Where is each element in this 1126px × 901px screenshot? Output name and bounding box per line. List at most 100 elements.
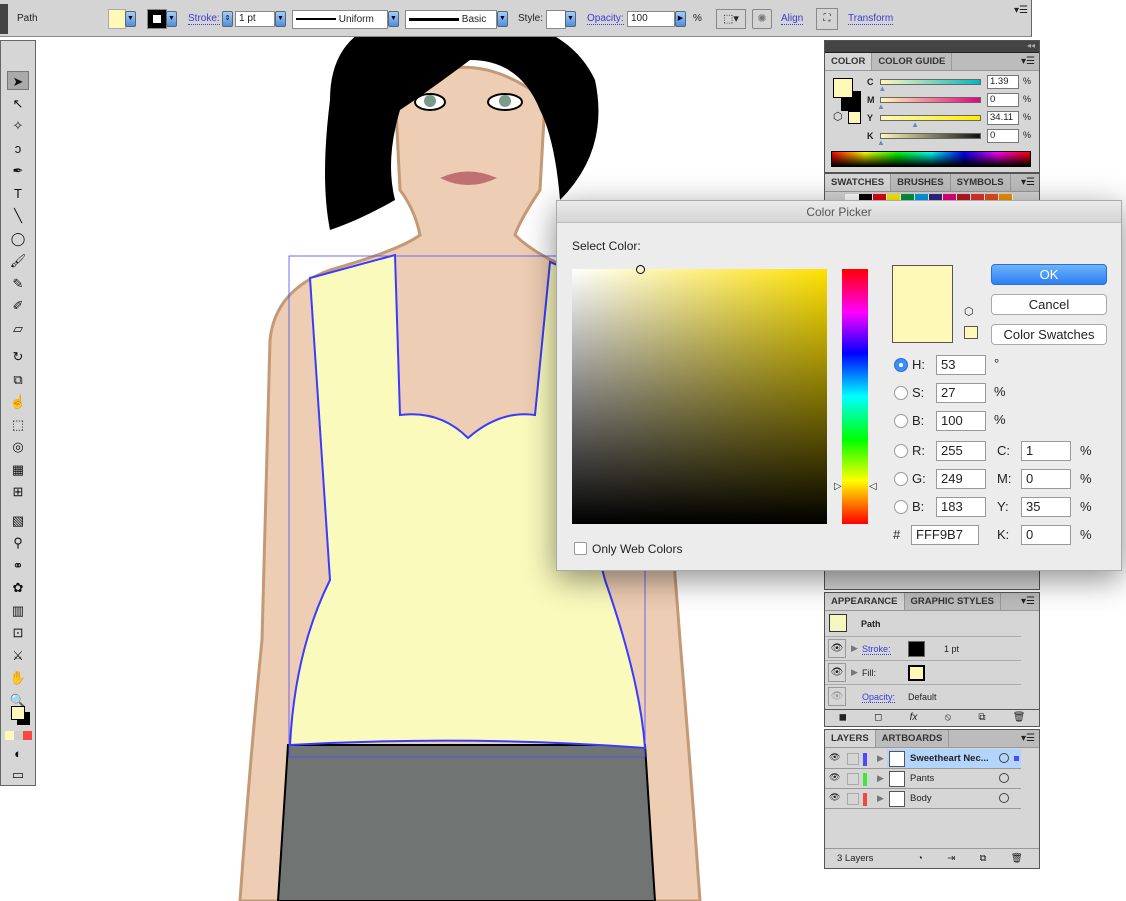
web-safe-swatch[interactable] [964, 326, 978, 339]
select-similar-button[interactable]: ⬚▾ [716, 9, 746, 29]
free-transform-tool-icon[interactable]: ⬚ [7, 415, 29, 434]
trash-icon[interactable]: 🗑 [1013, 710, 1026, 726]
scale-tool-icon[interactable]: ⧉ [7, 370, 29, 389]
direct-selection-tool-icon[interactable]: ↖ [7, 94, 29, 113]
panel-menu-icon[interactable]: ▾☰ [1021, 593, 1039, 610]
eye-icon[interactable]: 👁 [828, 639, 846, 658]
make-clipping-mask-icon[interactable]: ⇥ [947, 849, 955, 868]
radio-rgb-2[interactable] [894, 500, 908, 514]
hand-tool-icon[interactable]: ✋ [7, 668, 29, 687]
cmyk-input[interactable]: 0 [1021, 469, 1071, 489]
selection-tool-icon[interactable]: ➤ [7, 71, 29, 90]
opacity-link[interactable]: Opacity: [587, 13, 624, 25]
target-icon[interactable] [999, 773, 1009, 783]
eye-icon[interactable]: 👁 [829, 792, 840, 803]
lock-toggle[interactable] [847, 773, 859, 785]
cmyk-input[interactable]: 1 [1021, 441, 1071, 461]
layer-name[interactable]: Pants [910, 773, 934, 784]
magic-wand-tool-icon[interactable]: ✧ [7, 116, 29, 135]
brush-definition[interactable]: Basic [405, 10, 497, 29]
tab-swatches[interactable]: SWATCHES [825, 174, 892, 191]
target-icon[interactable] [999, 753, 1009, 763]
opacity-dropdown[interactable]: ▶ [675, 11, 686, 27]
color-spectrum-bar[interactable] [831, 151, 1031, 167]
fill-swatch[interactable] [108, 9, 126, 29]
mesh-tool-icon[interactable]: ⊞ [7, 482, 29, 501]
paintbrush-tool-icon[interactable]: 🖌 [7, 251, 29, 270]
tab-graphic-styles[interactable]: GRAPHIC STYLES [905, 593, 1001, 610]
symbol-sprayer-tool-icon[interactable]: ✿ [7, 578, 29, 597]
warp-tool-icon[interactable]: ☝ [7, 392, 29, 411]
channel-slider-m[interactable] [880, 97, 981, 103]
color-field[interactable] [572, 265, 827, 524]
tab-appearance[interactable]: APPEARANCE [825, 593, 905, 610]
channel-value-input[interactable]: 0 [987, 93, 1019, 107]
panel-menu-icon[interactable]: ▾☰ [1014, 5, 1028, 16]
panel-grip[interactable] [0, 4, 8, 34]
tab-color-guide[interactable]: COLOR GUIDE [872, 53, 953, 70]
color-field-marker[interactable] [636, 265, 645, 274]
panel-menu-icon[interactable]: ▾☰ [1021, 53, 1039, 70]
tab-color[interactable]: COLOR [825, 53, 873, 70]
blob-brush-tool-icon[interactable]: ✐ [7, 296, 29, 315]
ellipse-tool-icon[interactable]: ◯ [7, 229, 29, 248]
blend-tool-icon[interactable]: ⚭ [7, 556, 29, 575]
color-mode-buttons[interactable] [5, 731, 32, 740]
locate-object-icon[interactable]: ◔ [917, 849, 923, 868]
eye-icon[interactable]: 👁 [828, 687, 846, 706]
panel-menu-icon[interactable]: ▾☰ [1021, 174, 1039, 191]
transform-icon[interactable]: ⛶ [816, 8, 838, 30]
duplicate-icon[interactable]: ⧉ [978, 710, 985, 726]
perspective-grid-tool-icon[interactable]: ▦ [7, 460, 29, 479]
hue-slider[interactable] [842, 269, 868, 524]
stroke-weight-input[interactable]: 1 pt [235, 11, 275, 27]
hex-input[interactable]: FFF9B7 [911, 525, 979, 545]
rgb-input[interactable]: 183 [936, 497, 986, 517]
slider-handle[interactable]: ▲ [911, 120, 919, 129]
shape-builder-tool-icon[interactable]: ◎ [7, 437, 29, 456]
cmyk-input[interactable]: 35 [1021, 497, 1071, 517]
ok-button[interactable]: OK [991, 264, 1107, 285]
tab-layers[interactable]: LAYERS [825, 730, 876, 747]
fill-dropdown[interactable]: ▼ [125, 11, 136, 27]
tab-artboards[interactable]: ARTBOARDS [876, 730, 950, 747]
opacity-link[interactable]: Opacity: [862, 692, 896, 703]
eraser-tool-icon[interactable]: ▱ [7, 319, 29, 338]
fx-icon[interactable]: fx [910, 710, 918, 726]
eye-icon[interactable]: 👁 [829, 752, 840, 763]
lasso-tool-icon[interactable]: ↄ [7, 139, 29, 158]
slice-tool-icon[interactable]: ⚔ [7, 646, 29, 665]
add-fill-icon[interactable]: ◻ [874, 710, 882, 726]
out-of-gamut-icon[interactable]: ⬡ [833, 110, 843, 123]
radio-hsb-0[interactable] [894, 358, 908, 372]
hsb-input[interactable]: 100 [936, 411, 986, 431]
fill-swatch[interactable] [908, 665, 925, 681]
channel-value-input[interactable]: 1.39 [987, 75, 1019, 89]
slider-handle[interactable]: ▲ [878, 84, 886, 93]
style-dropdown[interactable]: ▼ [565, 11, 576, 27]
layer-name[interactable]: Sweetheart Nec... [910, 753, 989, 764]
hsb-input[interactable]: 53 [936, 355, 986, 375]
hsb-input[interactable]: 27 [936, 383, 986, 403]
radio-rgb-0[interactable] [894, 444, 908, 458]
column-graph-tool-icon[interactable]: ▥ [7, 601, 29, 620]
panel-collapse-bar[interactable]: ◂◂ [825, 41, 1039, 53]
gradient-tool-icon[interactable]: ▧ [7, 511, 29, 530]
hue-slider-handle-right[interactable]: ◁ [869, 481, 877, 492]
radio-hsb-2[interactable] [894, 414, 908, 428]
align-link[interactable]: Align [781, 13, 804, 25]
color-swatches-button[interactable]: Color Swatches [991, 324, 1107, 345]
appearance-fill-row[interactable]: 👁 ▶ Fill: [825, 660, 1021, 684]
screen-mode-icon[interactable]: ▭ [7, 765, 29, 784]
eye-icon[interactable]: 👁 [828, 663, 846, 682]
channel-slider-k[interactable] [880, 133, 981, 139]
out-of-gamut-icon[interactable]: ⬡ [964, 305, 974, 318]
trash-icon[interactable]: 🗑 [1011, 849, 1023, 868]
layer-row[interactable]: 👁 ▶ Sweetheart Nec... [825, 749, 1021, 769]
channel-slider-c[interactable] [880, 79, 981, 85]
eye-icon[interactable]: 👁 [829, 772, 840, 783]
variable-width-profile[interactable]: Uniform [292, 10, 388, 29]
cmyk-input[interactable]: 0 [1021, 525, 1071, 545]
appearance-opacity-row[interactable]: 👁 Opacity: Default [825, 684, 1021, 708]
hue-slider-handle-left[interactable]: ▷ [834, 481, 842, 492]
